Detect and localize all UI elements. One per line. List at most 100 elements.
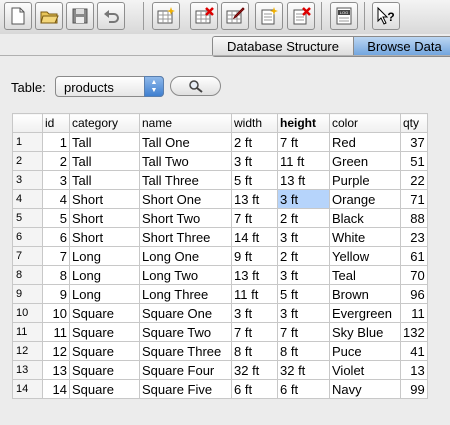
column-header-qty[interactable]: qty: [400, 113, 428, 133]
cell-height[interactable]: 6 ft: [277, 379, 330, 399]
cell-id[interactable]: 1: [42, 132, 70, 152]
cell-color[interactable]: Puce: [329, 341, 401, 361]
cell-qty[interactable]: 23: [400, 227, 428, 247]
cell-category[interactable]: Tall: [69, 170, 140, 190]
cell-color[interactable]: White: [329, 227, 401, 247]
table-row[interactable]: 13 13 Square Square Four 32 ft 32 ft Violet 13: [12, 360, 428, 380]
cell-qty[interactable]: 51: [400, 151, 428, 171]
cell-height[interactable]: 7 ft: [277, 132, 330, 152]
cell-color[interactable]: Red: [329, 132, 401, 152]
cell-category[interactable]: Short: [69, 227, 140, 247]
cell-id[interactable]: 6: [42, 227, 70, 247]
table-row[interactable]: 8 8 Long Long Two 13 ft 3 ft Teal 70: [12, 265, 428, 285]
table-row[interactable]: 3 3 Tall Tall Three 5 ft 13 ft Purple 22: [12, 170, 428, 190]
cell-id[interactable]: 10: [42, 303, 70, 323]
table-row[interactable]: 14 14 Square Square Five 6 ft 6 ft Navy 99: [12, 379, 428, 399]
cell-qty[interactable]: 132: [400, 322, 428, 342]
table-row[interactable]: 4 4 Short Short One 13 ft 3 ft Orange 71: [12, 189, 428, 209]
cell-width[interactable]: 2 ft: [231, 132, 278, 152]
cell-height[interactable]: 3 ft: [277, 189, 330, 209]
cell-height[interactable]: 2 ft: [277, 208, 330, 228]
cell-name[interactable]: Square Two: [139, 322, 232, 342]
table-row[interactable]: 10 10 Square Square One 3 ft 3 ft Evergreen 11: [12, 303, 428, 323]
table-row[interactable]: 11 11 Square Square Two 7 ft 7 ft Sky Blue 132: [12, 322, 428, 342]
tab-database-structure[interactable]: Database Structure: [213, 37, 354, 56]
cell-color[interactable]: Brown: [329, 284, 401, 304]
cell-id[interactable]: 11: [42, 322, 70, 342]
create-table-button[interactable]: [152, 2, 180, 30]
cell-width[interactable]: 13 ft: [231, 265, 278, 285]
cell-color[interactable]: Black: [329, 208, 401, 228]
cell-width[interactable]: 32 ft: [231, 360, 278, 380]
whats-this-button[interactable]: ?: [372, 2, 400, 30]
data-grid[interactable]: id category name width height color qty …: [12, 113, 428, 399]
cell-category[interactable]: Square: [69, 341, 140, 361]
cell-name[interactable]: Square Five: [139, 379, 232, 399]
cell-name[interactable]: Short Three: [139, 227, 232, 247]
cell-height[interactable]: 3 ft: [277, 303, 330, 323]
cell-category[interactable]: Long: [69, 284, 140, 304]
cell-name[interactable]: Tall One: [139, 132, 232, 152]
cell-row-number[interactable]: 2: [12, 151, 43, 171]
cell-name[interactable]: Square Four: [139, 360, 232, 380]
cell-qty[interactable]: 22: [400, 170, 428, 190]
cell-id[interactable]: 8: [42, 265, 70, 285]
cell-qty[interactable]: 37: [400, 132, 428, 152]
table-row[interactable]: 2 2 Tall Tall Two 3 ft 11 ft Green 51: [12, 151, 428, 171]
cell-width[interactable]: 14 ft: [231, 227, 278, 247]
cell-category[interactable]: Square: [69, 303, 140, 323]
cell-id[interactable]: 12: [42, 341, 70, 361]
cell-name[interactable]: Short One: [139, 189, 232, 209]
cell-width[interactable]: 7 ft: [231, 208, 278, 228]
cell-qty[interactable]: 71: [400, 189, 428, 209]
cell-name[interactable]: Square Three: [139, 341, 232, 361]
cell-qty[interactable]: 41: [400, 341, 428, 361]
cell-height[interactable]: 13 ft: [277, 170, 330, 190]
cell-row-number[interactable]: 6: [12, 227, 43, 247]
cell-width[interactable]: 8 ft: [231, 341, 278, 361]
cell-row-number[interactable]: 8: [12, 265, 43, 285]
create-index-button[interactable]: [255, 2, 283, 30]
cell-id[interactable]: 3: [42, 170, 70, 190]
cell-height[interactable]: 3 ft: [277, 265, 330, 285]
cell-name[interactable]: Long One: [139, 246, 232, 266]
cell-row-number[interactable]: 5: [12, 208, 43, 228]
new-database-button[interactable]: [4, 2, 32, 30]
cell-height[interactable]: 7 ft: [277, 322, 330, 342]
tab-browse-data[interactable]: Browse Data: [354, 37, 450, 56]
cell-width[interactable]: 11 ft: [231, 284, 278, 304]
save-database-button[interactable]: [66, 2, 94, 30]
cell-color[interactable]: Orange: [329, 189, 401, 209]
modify-table-button[interactable]: [221, 2, 249, 30]
cell-qty[interactable]: 99: [400, 379, 428, 399]
column-header-name[interactable]: name: [139, 113, 232, 133]
delete-index-button[interactable]: [287, 2, 315, 30]
cell-width[interactable]: 5 ft: [231, 170, 278, 190]
cell-row-number[interactable]: 1: [12, 132, 43, 152]
cell-category[interactable]: Tall: [69, 132, 140, 152]
cell-height[interactable]: 8 ft: [277, 341, 330, 361]
cell-qty[interactable]: 11: [400, 303, 428, 323]
cell-row-number[interactable]: 13: [12, 360, 43, 380]
cell-id[interactable]: 14: [42, 379, 70, 399]
cell-category[interactable]: Long: [69, 246, 140, 266]
cell-color[interactable]: Green: [329, 151, 401, 171]
cell-row-number[interactable]: 12: [12, 341, 43, 361]
cell-color[interactable]: Violet: [329, 360, 401, 380]
cell-row-number[interactable]: 11: [12, 322, 43, 342]
cell-height[interactable]: 5 ft: [277, 284, 330, 304]
cell-name[interactable]: Tall Three: [139, 170, 232, 190]
undo-button[interactable]: [97, 2, 125, 30]
cell-width[interactable]: 3 ft: [231, 151, 278, 171]
sql-log-button[interactable]: LOG: [330, 2, 358, 30]
table-row[interactable]: 12 12 Square Square Three 8 ft 8 ft Puce 41: [12, 341, 428, 361]
table-row[interactable]: 9 9 Long Long Three 11 ft 5 ft Brown 96: [12, 284, 428, 304]
table-select[interactable]: products ▲ ▼: [55, 76, 164, 97]
cell-row-number[interactable]: 10: [12, 303, 43, 323]
cell-row-number[interactable]: 3: [12, 170, 43, 190]
cell-row-number[interactable]: 14: [12, 379, 43, 399]
cell-height[interactable]: 3 ft: [277, 227, 330, 247]
column-header-color[interactable]: color: [329, 113, 401, 133]
cell-category[interactable]: Square: [69, 360, 140, 380]
cell-height[interactable]: 11 ft: [277, 151, 330, 171]
